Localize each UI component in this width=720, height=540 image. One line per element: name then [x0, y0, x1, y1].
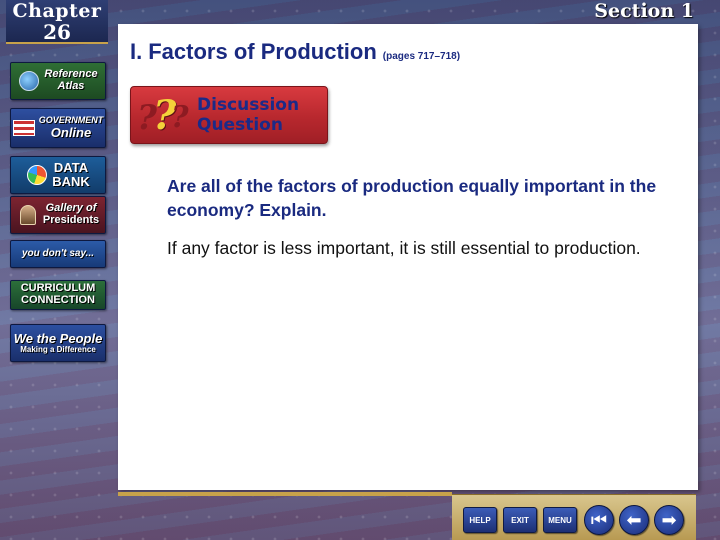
portrait-icon	[19, 205, 36, 225]
arrow-right-icon: ➡	[661, 510, 677, 530]
title-main: Factors of Production	[148, 39, 377, 64]
discussion-question-badge: ? ? ? Discussion Question	[130, 86, 328, 144]
page-title: I. Factors of Production (pages 717–718)	[130, 39, 460, 65]
sidebar-item-government-online[interactable]: GOVERNMENT Online	[10, 108, 106, 148]
sidebar-item-label: Online	[50, 124, 92, 140]
sidebar-item-gallery-of-presidents[interactable]: Gallery of Presidents	[10, 196, 106, 234]
sidebar-item-label: you don't say...	[21, 247, 95, 259]
answer-text: If any factor is less important, it is s…	[167, 238, 641, 258]
badge-line2: Question	[197, 115, 283, 135]
previous-slide-button[interactable]: ⬅	[619, 505, 649, 535]
sidebar-item-label: DATA	[53, 160, 89, 176]
next-slide-button[interactable]: ➡	[654, 505, 684, 535]
sidebar: Reference Atlas GOVERNMENT Online DATA B…	[10, 60, 106, 362]
sidebar-item-label: CONNECTION	[21, 294, 95, 306]
sidebar-item-reference-atlas[interactable]: Reference Atlas	[10, 62, 106, 100]
menu-button[interactable]: MENU	[543, 507, 577, 533]
sidebar-item-label: Making a Difference	[20, 344, 96, 354]
sidebar-item-data-bank[interactable]: DATA BANK	[10, 156, 106, 194]
sidebar-item-we-the-people[interactable]: We the People Making a Difference	[10, 324, 106, 362]
bottom-divider	[118, 492, 452, 496]
arrow-left-icon: ⬅	[626, 510, 642, 530]
sidebar-item-label: Presidents	[42, 214, 100, 226]
first-slide-button[interactable]: ⏮	[584, 505, 614, 535]
sidebar-item-label: Atlas	[57, 80, 85, 92]
title-pages: (pages 717–718)	[382, 51, 461, 62]
chapter-number: 26	[43, 20, 71, 44]
slide-panel: I. Factors of Production (pages 717–718) ?…	[118, 24, 698, 490]
title-roman: I.	[130, 39, 143, 64]
sidebar-item-label: BANK	[52, 174, 90, 189]
badge-line1: Discussion	[197, 95, 300, 115]
sidebar-item-you-dont-say[interactable]: you don't say...	[10, 240, 106, 268]
chapter-tab: Chapter 26	[6, 0, 108, 44]
exit-button[interactable]: EXIT	[503, 507, 537, 533]
flag-icon	[12, 120, 35, 136]
pie-icon	[27, 165, 48, 185]
question-text: Are all of the factors of production equ…	[167, 176, 657, 220]
chapter-word: Chapter	[12, 0, 102, 22]
globe-icon	[19, 71, 40, 91]
question-marks-icon: ? ? ?	[137, 92, 189, 139]
skip-back-icon: ⏮	[590, 510, 608, 530]
sidebar-item-label: We the People	[13, 330, 103, 346]
section-label: Section 1	[594, 0, 694, 22]
sidebar-item-curriculum-connection[interactable]: CURRICULUM CONNECTION	[10, 280, 106, 310]
help-button[interactable]: HELP	[463, 507, 497, 533]
